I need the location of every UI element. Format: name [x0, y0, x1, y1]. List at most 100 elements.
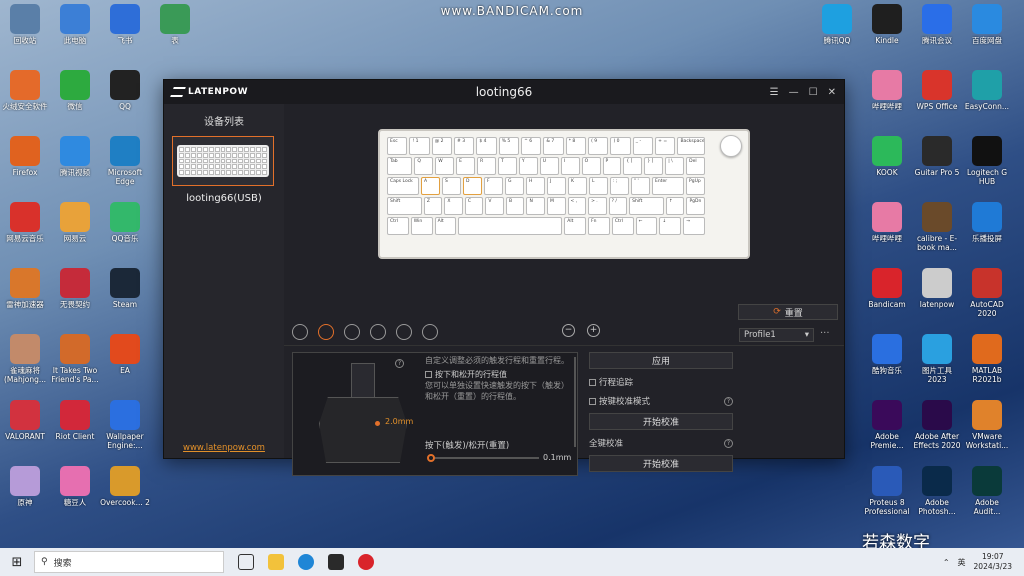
keyboard-key[interactable]: % 5 [498, 137, 520, 155]
keyboard-key[interactable]: { [ [623, 157, 643, 175]
rapid-trigger-icon[interactable] [318, 324, 334, 340]
keyboard-key[interactable]: V [485, 197, 504, 215]
keyboard-key[interactable]: L [589, 177, 608, 195]
tray-up-icon[interactable]: ⌃ [943, 558, 950, 567]
windows-start-icon[interactable]: ⊞ [0, 555, 34, 570]
desktop-icon[interactable]: 网易云音乐 [0, 202, 50, 243]
desktop-icon[interactable]: Firefox [0, 136, 50, 177]
desktop-icon[interactable]: Kindle [862, 4, 912, 45]
keyboard-key[interactable]: I [560, 157, 580, 175]
menu-icon[interactable]: ☰ [770, 87, 779, 98]
keyboard-key[interactable]: Fn [588, 217, 610, 235]
desktop-icon[interactable]: Wallpaper Engine:... [100, 400, 150, 450]
desktop-icon[interactable]: 腾讯视频 [50, 136, 100, 177]
keyboard-key[interactable]: P [602, 157, 622, 175]
keyboard-key[interactable]: < , [567, 197, 587, 215]
keyboard-key[interactable]: | \ [665, 157, 685, 175]
desktop-icon[interactable]: 图片工具 2023 [912, 334, 962, 384]
keyboard-key[interactable]: Ctrl [387, 217, 409, 235]
keyboard-key[interactable]: ? / [608, 197, 628, 215]
desktop-icon[interactable]: Adobe Photosh... [912, 466, 962, 516]
task-view-icon[interactable] [238, 554, 254, 570]
maximize-icon[interactable]: ☐ [809, 87, 818, 98]
keyboard-key[interactable]: } ] [644, 157, 664, 175]
desktop-icon[interactable]: Bandicam [862, 268, 912, 309]
keyboard-key[interactable]: Tab [387, 157, 413, 175]
keyboard-key[interactable]: * 8 [565, 137, 587, 155]
keyboard-key[interactable]: X [444, 197, 463, 215]
desktop-icon[interactable]: Adobe After Effects 2020 [912, 400, 962, 450]
keyboard-key[interactable]: ( 9 [588, 137, 609, 155]
desktop-icon[interactable]: EA [100, 334, 150, 375]
desktop-icon[interactable]: EasyConn... [962, 70, 1012, 111]
desktop-icon[interactable]: 表 [150, 4, 200, 45]
keyboard-key[interactable]: Alt [564, 217, 587, 235]
keyboard-key[interactable]: $ 4 [476, 137, 497, 155]
keyboard-key[interactable]: G [505, 177, 524, 195]
apply-button[interactable]: 应用 [589, 352, 733, 369]
desktop-icon[interactable]: 酷狗音乐 [862, 334, 912, 375]
desktop-icon[interactable]: KOOK [862, 136, 912, 177]
reset-button[interactable]: ⟳ 重置 [738, 304, 838, 320]
desktop-icon[interactable]: latenpow [912, 268, 962, 309]
keyboard-key[interactable]: F [484, 177, 503, 195]
desktop-icon[interactable]: WPS Office [912, 70, 962, 111]
keyboard-key[interactable]: & 7 [543, 137, 564, 155]
keyboard-key[interactable]: R [477, 157, 496, 175]
desktop-icon[interactable]: 此电脑 [50, 4, 100, 45]
device-card[interactable] [172, 136, 274, 186]
keyboard-key[interactable]: S [442, 177, 461, 195]
edge-icon[interactable] [298, 554, 314, 570]
start-full-calibration-button[interactable]: 开始校准 [589, 455, 733, 472]
settings-icon[interactable] [422, 324, 438, 340]
help-icon[interactable]: ? [395, 359, 404, 368]
desktop-icon[interactable]: VMware Workstati... [962, 400, 1012, 450]
travel-slider[interactable] [427, 454, 539, 462]
desktop-icon[interactable]: 乐播投屏 [962, 202, 1012, 243]
calib-mode-option[interactable]: 按键校准模式 ? [589, 395, 733, 407]
keyboard-key[interactable]: N [526, 197, 545, 215]
desktop-icon[interactable]: calibre - E-book ma... [912, 202, 962, 252]
keyboard-key[interactable]: Backspace [677, 137, 705, 155]
keyboard-key[interactable]: Ctrl [611, 217, 634, 235]
keyboard-key[interactable]: ^ 6 [521, 137, 542, 155]
keyboard-key[interactable]: A [421, 177, 440, 195]
desktop-icon[interactable]: 雷神加速器 [0, 268, 50, 309]
keyboard-key[interactable]: Y [518, 157, 538, 175]
desktop-icon[interactable]: Overcook... 2 [100, 466, 150, 507]
keyboard-key[interactable]: Win [410, 217, 433, 235]
desktop-icon[interactable]: AutoCAD 2020 [962, 268, 1012, 318]
zoom-in-icon[interactable]: + [587, 324, 600, 337]
desktop-icon[interactable]: MATLAB R2021b [962, 334, 1012, 384]
keyboard-key[interactable]: ) 0 [610, 137, 631, 155]
keyboard-key[interactable]: + = [655, 137, 676, 155]
taskbar-search[interactable]: ⚲ 搜索 [34, 551, 224, 573]
trace-option[interactable]: 行程追踪 [589, 376, 733, 388]
keyboard-key[interactable]: O [581, 157, 601, 175]
speed-icon[interactable] [396, 324, 412, 340]
keyboard-key[interactable]: Enter [652, 177, 684, 195]
keyboard-key[interactable]: Alt [434, 217, 457, 235]
keyboard-key[interactable]: U [539, 157, 559, 175]
keyboard-key[interactable]: H [526, 177, 545, 195]
keyboard-key[interactable]: J [547, 177, 566, 195]
latenpow-taskbar-icon[interactable] [328, 554, 344, 570]
more-options-icon[interactable]: ··· [820, 328, 830, 339]
minimize-icon[interactable]: — [789, 87, 799, 98]
calib-help-icon[interactable]: ? [724, 396, 733, 406]
desktop-icon[interactable]: 雀魂麻将(Mahjong... [0, 334, 50, 384]
keyboard-key[interactable]: B [505, 197, 525, 215]
desktop-icon[interactable]: 百度网盘 [962, 4, 1012, 45]
trace-checkbox[interactable] [589, 378, 596, 386]
calib-mode-checkbox[interactable] [589, 397, 596, 405]
keyboard-key[interactable]: # 3 [454, 137, 475, 155]
keyboard-key[interactable]: > . [588, 197, 607, 215]
keyboard-key[interactable]: " ' [631, 177, 650, 195]
keyboard-key[interactable]: Shift [387, 197, 422, 215]
press-release-checkbox[interactable] [425, 371, 432, 378]
desktop-icon[interactable]: 腾讯QQ [812, 4, 862, 45]
keyboard-key[interactable]: ← [635, 217, 658, 235]
desktop-icon[interactable]: VALORANT [0, 400, 50, 441]
desktop-icon[interactable]: Guitar Pro 5 [912, 136, 962, 177]
keyboard-key[interactable]: PgDn [686, 197, 705, 215]
